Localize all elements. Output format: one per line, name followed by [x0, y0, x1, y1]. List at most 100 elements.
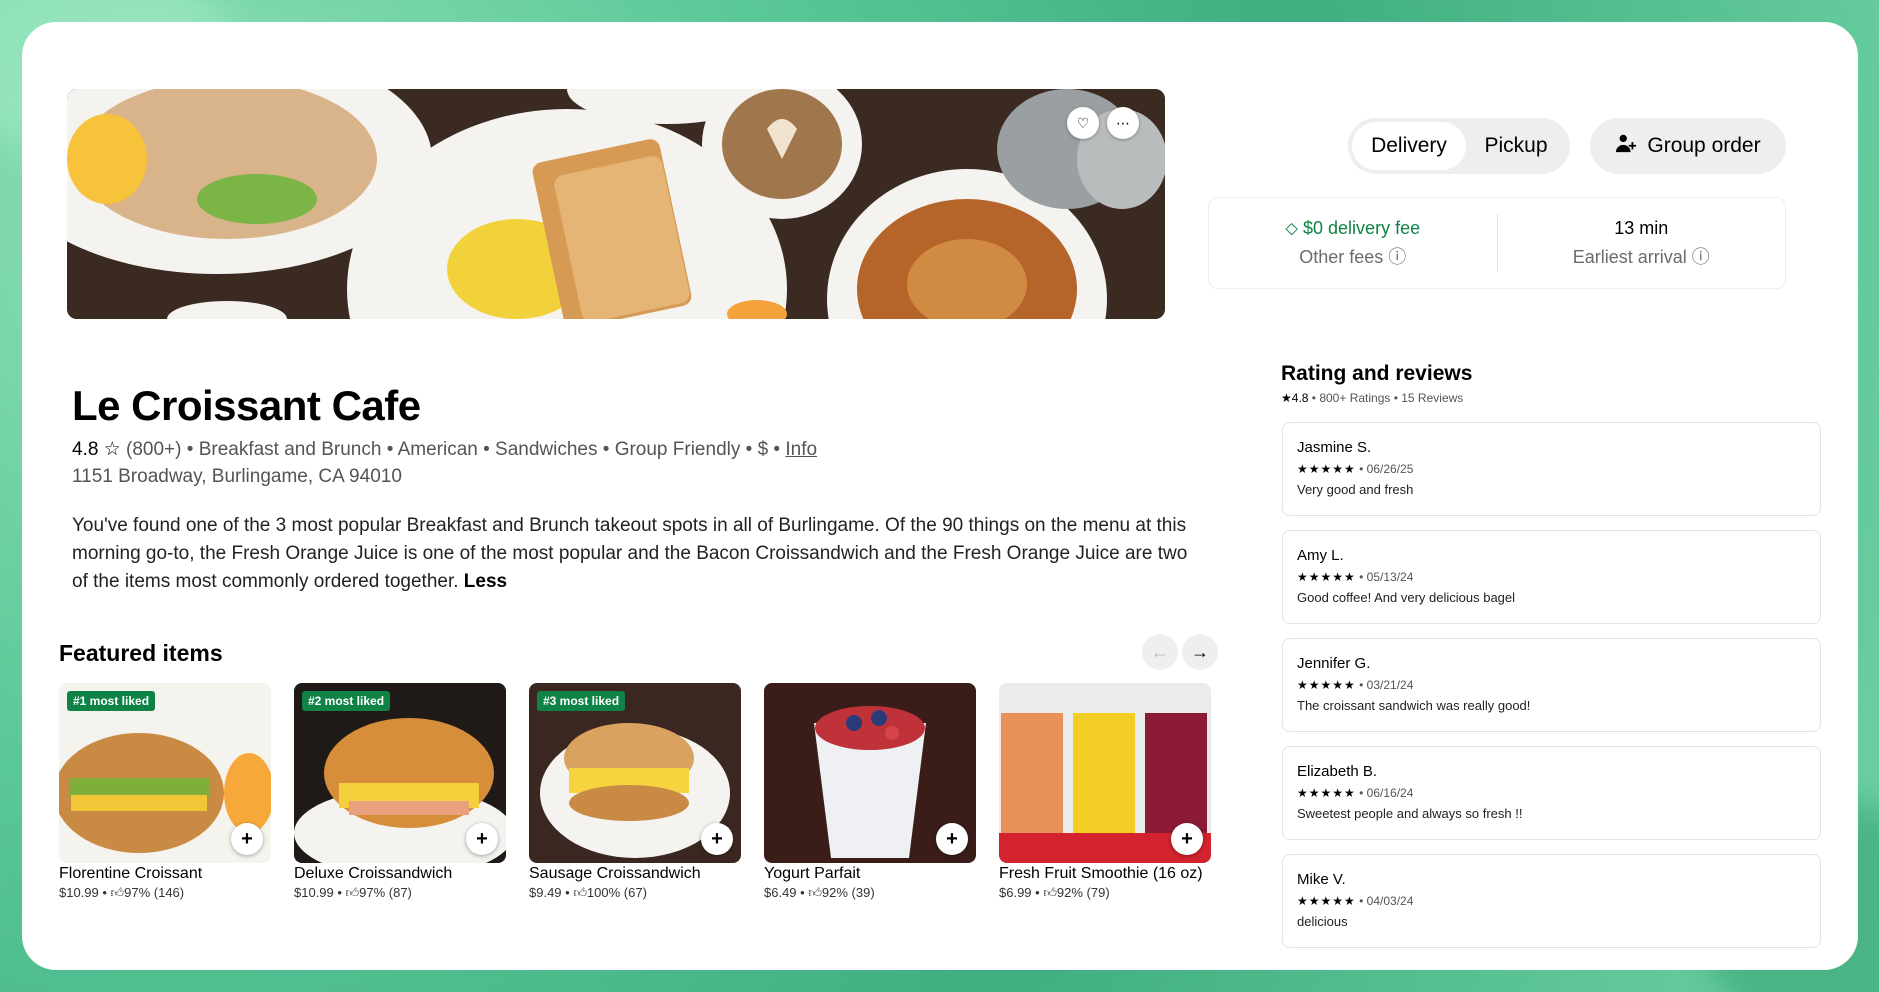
- plus-icon: +: [711, 827, 723, 850]
- group-order-button[interactable]: Group order: [1590, 118, 1786, 174]
- other-fees[interactable]: Other fees ⓘ: [1299, 243, 1406, 269]
- reviewer-name: Jennifer G.: [1297, 655, 1371, 672]
- review-card[interactable]: Jasmine S. ★★★★★ • 06/26/25 Very good an…: [1282, 422, 1821, 516]
- less-link[interactable]: Less: [464, 571, 507, 592]
- most-liked-badge: #2 most liked: [302, 691, 391, 711]
- reviews-list: Jasmine S. ★★★★★ • 06/26/25 Very good an…: [1282, 422, 1821, 962]
- add-to-cart-button[interactable]: +: [936, 823, 968, 855]
- review-meta: ★★★★★ • 06/26/25: [1297, 462, 1806, 476]
- review-card[interactable]: Mike V. ★★★★★ • 04/03/24 delicious: [1282, 854, 1821, 948]
- star-icon: ★: [1281, 391, 1292, 405]
- carousel-next-button[interactable]: →: [1182, 634, 1218, 670]
- order-mode-toggle: Delivery Pickup: [1348, 118, 1570, 174]
- item-price-likes: $10.99 • 👍︎97% (87): [294, 885, 412, 900]
- review-stars: ★★★★★: [1297, 894, 1356, 908]
- arrival-time: 13 min: [1614, 217, 1669, 238]
- thumbs-up-icon: 👍︎: [1043, 885, 1057, 900]
- store-rating: 4.8: [72, 439, 99, 460]
- item-likes: 97% (146): [124, 885, 185, 900]
- review-text: Very good and fresh: [1297, 482, 1414, 497]
- featured-item[interactable]: #1 most liked + Florentine Croissant $10…: [59, 683, 271, 901]
- featured-item[interactable]: #2 most liked + Deluxe Croissandwich $10…: [294, 683, 506, 901]
- arrival-column: 13 min Earliest arrival ⓘ: [1498, 198, 1786, 288]
- rating-count: (800+): [126, 439, 182, 460]
- delivery-fees-panel: ⬦ $0 delivery fee Other fees ⓘ 13 min Ea…: [1208, 197, 1786, 289]
- review-meta: ★★★★★ • 03/21/24: [1297, 678, 1806, 692]
- item-likes: 100% (67): [586, 885, 647, 900]
- item-price: $6.99: [999, 885, 1032, 900]
- item-name: Deluxe Croissandwich: [294, 865, 453, 882]
- item-price-likes: $6.99 • 👍︎92% (79): [999, 885, 1110, 900]
- more-options-button[interactable]: ⋯: [1107, 107, 1139, 139]
- reviews-rating: 4.8: [1291, 391, 1309, 405]
- item-name: Sausage Croissandwich: [529, 865, 701, 882]
- review-card[interactable]: Amy L. ★★★★★ • 05/13/24 Good coffee! And…: [1282, 530, 1821, 624]
- add-person-icon: [1615, 132, 1637, 160]
- reviews-title: Rating and reviews: [1281, 362, 1473, 385]
- delivery-fee: ⬦ $0 delivery fee: [1285, 218, 1420, 239]
- item-price: $9.49: [529, 885, 562, 900]
- reviewer-name: Amy L.: [1297, 547, 1344, 564]
- item-name: Fresh Fruit Smoothie (16 oz): [999, 865, 1203, 882]
- add-to-cart-button[interactable]: +: [1171, 823, 1203, 855]
- earliest-arrival-text: Earliest arrival: [1572, 246, 1687, 267]
- pickup-option[interactable]: Pickup: [1466, 122, 1566, 170]
- store-address: 1151 Broadway, Burlingame, CA 94010: [72, 466, 402, 487]
- thumbs-up-icon: 👍︎: [110, 885, 125, 900]
- review-text: Good coffee! And very delicious bagel: [1297, 590, 1516, 605]
- reviews-summary-text: • 800+ Ratings • 15 Reviews: [1311, 391, 1464, 405]
- item-image: #2 most liked +: [294, 683, 506, 863]
- review-meta: ★★★★★ • 06/16/24: [1297, 786, 1806, 800]
- reviewer-name: Elizabeth B.: [1297, 763, 1378, 780]
- info-icon: ⓘ: [1691, 246, 1710, 267]
- thumbs-up-icon: 👍︎: [808, 885, 822, 900]
- review-meta: ★★★★★ • 05/13/24: [1297, 570, 1806, 584]
- item-name: Yogurt Parfait: [764, 865, 861, 882]
- review-date: • 03/21/24: [1359, 678, 1414, 692]
- review-card[interactable]: Elizabeth B. ★★★★★ • 06/16/24 Sweetest p…: [1282, 746, 1821, 840]
- featured-item[interactable]: + Fresh Fruit Smoothie (16 oz) $6.99 • 👍…: [999, 683, 1211, 901]
- item-price: $10.99: [59, 885, 99, 900]
- review-date: • 05/13/24: [1359, 570, 1414, 584]
- item-image: #3 most liked +: [529, 683, 741, 863]
- thumbs-up-icon: 👍︎: [345, 885, 360, 900]
- info-icon: ⓘ: [1388, 246, 1407, 267]
- reviewer-name: Jasmine S.: [1297, 439, 1372, 456]
- earliest-arrival[interactable]: Earliest arrival ⓘ: [1573, 243, 1710, 269]
- delivery-option[interactable]: Delivery: [1352, 122, 1466, 170]
- review-card[interactable]: Jennifer G. ★★★★★ • 03/21/24 The croissa…: [1282, 638, 1821, 732]
- delivery-fee-text: $0 delivery fee: [1303, 217, 1421, 238]
- star-icon: ☆: [103, 439, 121, 460]
- store-hero-image: ♡ ⋯: [67, 89, 1165, 319]
- review-date: • 06/16/24: [1359, 786, 1414, 800]
- item-price: $10.99: [294, 885, 334, 900]
- add-to-cart-button[interactable]: +: [231, 823, 263, 855]
- most-liked-badge: #3 most liked: [537, 691, 626, 711]
- item-image: +: [999, 683, 1211, 863]
- review-stars: ★★★★★: [1297, 570, 1356, 584]
- review-stars: ★★★★★: [1297, 678, 1356, 692]
- item-name: Florentine Croissant: [59, 865, 203, 882]
- item-price-likes: $9.49 • 👍︎100% (67): [529, 885, 647, 900]
- item-likes: 92% (39): [821, 885, 875, 900]
- item-image: #1 most liked +: [59, 683, 271, 863]
- featured-item[interactable]: #3 most liked + Sausage Croissandwich $9…: [529, 683, 741, 901]
- featured-item[interactable]: + Yogurt Parfait $6.49 • 👍︎92% (39): [764, 683, 976, 901]
- store-categories: • Breakfast and Brunch • American • Sand…: [186, 439, 781, 460]
- heart-icon: ♡: [1076, 114, 1090, 131]
- carousel-prev-button[interactable]: ←: [1142, 634, 1178, 670]
- description-text: You've found one of the 3 most popular B…: [72, 515, 1188, 592]
- add-to-cart-button[interactable]: +: [466, 823, 498, 855]
- store-meta: 4.8 ☆ (800+) • Breakfast and Brunch • Am…: [72, 438, 817, 461]
- favorite-button[interactable]: ♡: [1067, 107, 1099, 139]
- review-text: The croissant sandwich was really good!: [1297, 698, 1531, 713]
- review-date: • 06/26/25: [1359, 462, 1414, 476]
- item-price-likes: $10.99 • 👍︎97% (146): [59, 885, 185, 900]
- food-photo: [67, 89, 1165, 319]
- plus-icon: +: [476, 827, 488, 850]
- info-link[interactable]: Info: [785, 439, 817, 460]
- add-to-cart-button[interactable]: +: [701, 823, 733, 855]
- store-page-card: ♡ ⋯ Le Croissant Cafe 4.8 ☆ (800+) • Bre…: [22, 22, 1858, 970]
- tag-icon: ⬦: [1285, 217, 1298, 238]
- delivery-fee-column: ⬦ $0 delivery fee Other fees ⓘ: [1209, 198, 1497, 288]
